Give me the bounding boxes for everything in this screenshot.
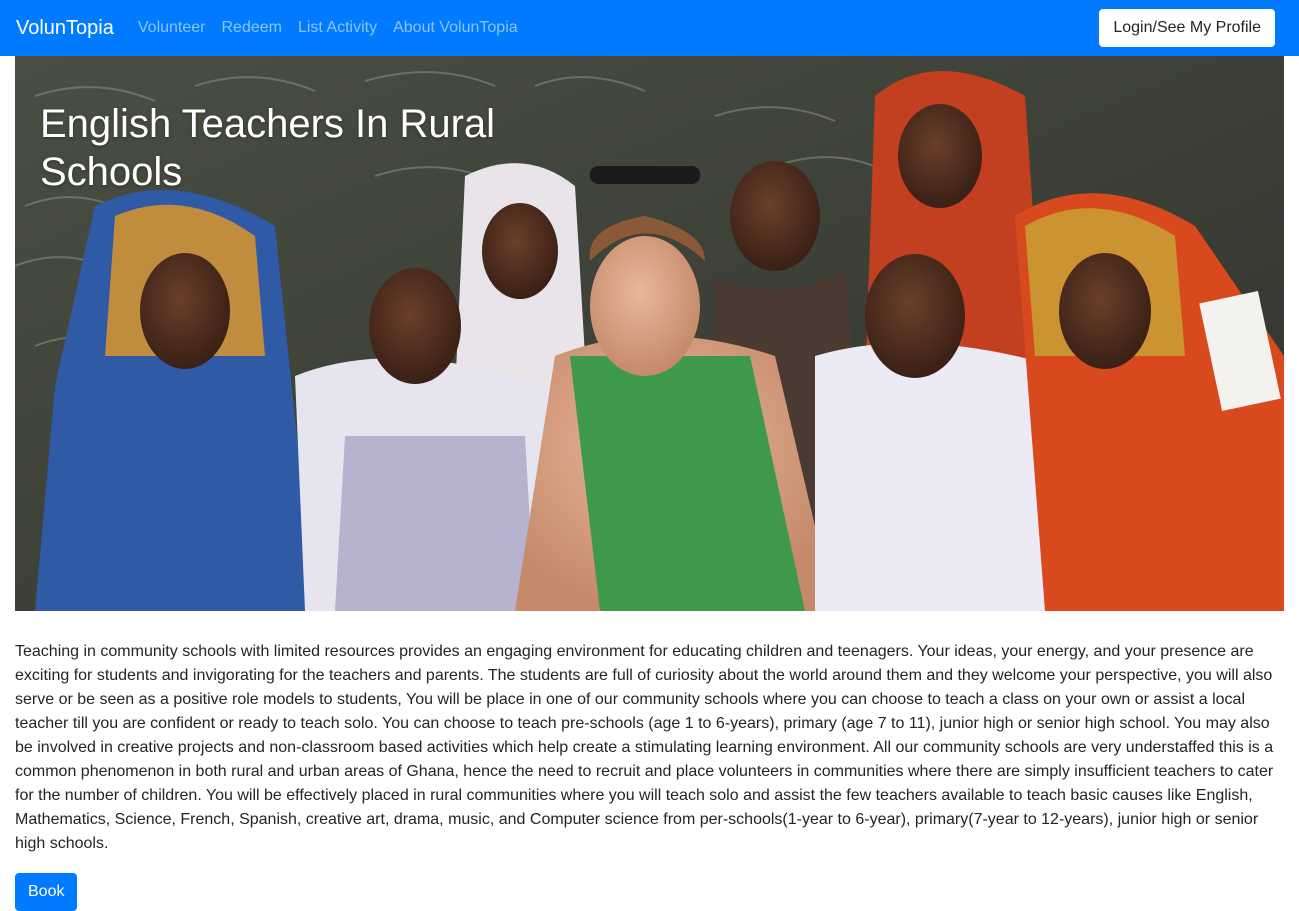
nav-links: Volunteer Redeem List Activity About Vol… bbox=[138, 19, 518, 37]
top-navbar: VolunTopia Volunteer Redeem List Activit… bbox=[0, 0, 1299, 56]
activity-description: Teaching in community schools with limit… bbox=[15, 643, 1274, 852]
brand-logo-link[interactable]: VolunTopia bbox=[16, 17, 114, 40]
nav-link-redeem[interactable]: Redeem bbox=[221, 19, 281, 37]
login-profile-button[interactable]: Login/See My Profile bbox=[1099, 9, 1275, 47]
nav-link-volunteer[interactable]: Volunteer bbox=[138, 19, 206, 37]
page-title: English Teachers In Rural Schools bbox=[40, 102, 496, 194]
nav-link-about[interactable]: About VolunTopia bbox=[393, 19, 518, 37]
hero-banner: English Teachers In Rural Schools bbox=[15, 56, 1284, 611]
book-button[interactable]: Book bbox=[15, 873, 78, 911]
nav-link-list-activity[interactable]: List Activity bbox=[298, 19, 377, 37]
